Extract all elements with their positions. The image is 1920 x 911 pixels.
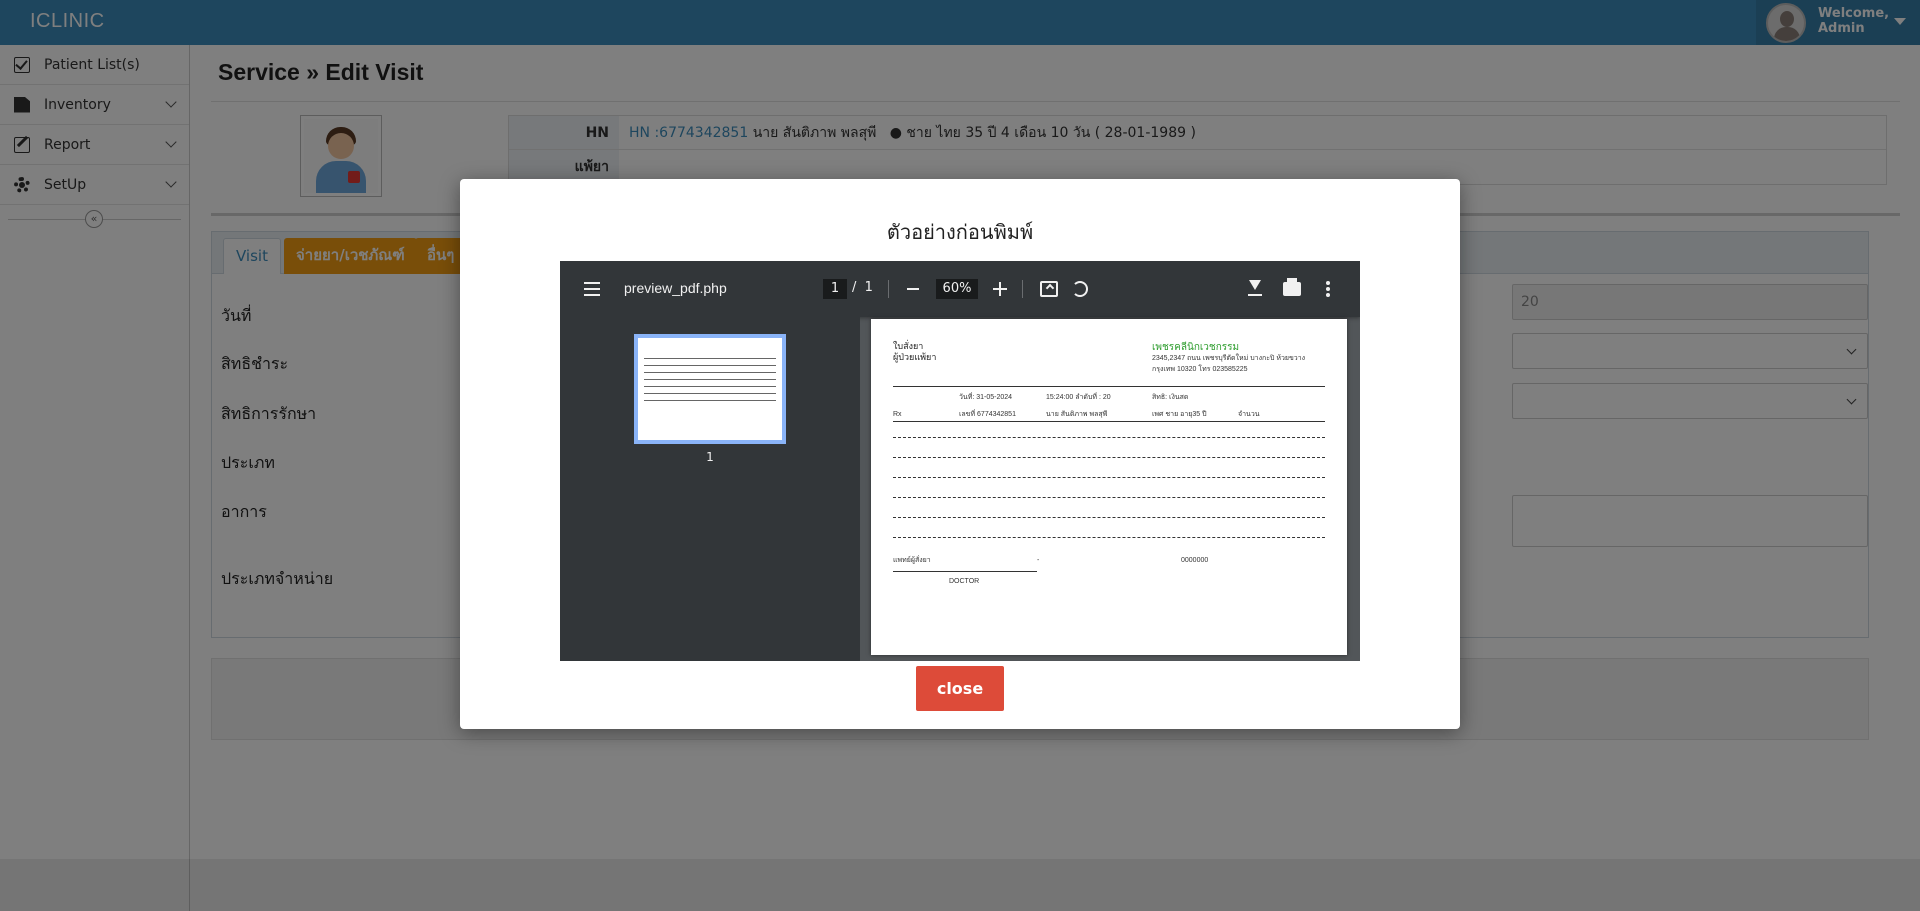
pdf-viewer: preview_pdf.php 1 / 1 60% 1 ใบสั่งยา ผู้… [560, 261, 1360, 661]
page-thumbnail[interactable] [634, 334, 786, 444]
download-icon[interactable] [1248, 280, 1262, 298]
zoom-out-icon[interactable] [907, 288, 919, 290]
doc-date: วันที่: 31-05-2024 [959, 394, 1013, 401]
fit-page-icon[interactable] [1040, 281, 1058, 297]
page-count: / 1 [852, 280, 873, 295]
clinic-address-2: กรุงเทพ 10320 โทร 023585225 [1152, 366, 1248, 373]
close-button[interactable]: close [916, 666, 1004, 711]
pdf-page: ใบสั่งยา ผู้ป่วยแพ้ยา เพชรคลีนิกเวชกรรม … [871, 319, 1347, 655]
pdf-filename: preview_pdf.php [624, 280, 727, 296]
print-preview-modal: ตัวอย่างก่อนพิมพ์ preview_pdf.php 1 / 1 … [460, 179, 1460, 729]
doc-rx: Rx [893, 411, 902, 418]
modal-title: ตัวอย่างก่อนพิมพ์ [886, 220, 1034, 244]
pdf-toolbar: preview_pdf.php 1 / 1 60% [560, 261, 1360, 317]
pdf-thumbnail-sidebar: 1 [560, 317, 860, 661]
doc-doctor-label: แพทย์ผู้สั่งยา [893, 557, 931, 564]
doc-license: 0000000 [1181, 557, 1209, 564]
page-number-input[interactable]: 1 [823, 279, 847, 299]
doc-doctor-name: DOCTOR [949, 578, 980, 585]
doc-qty: จำนวน [1238, 411, 1260, 418]
clinic-address-1: 2345,2347 ถนน เพชรบุรีตัดใหม่ บางกะปิ ห้… [1152, 355, 1306, 362]
doc-sex-age: เพศ ชาย อายุ35 ปี [1152, 411, 1207, 418]
doc-time-queue: 15:24:00 ลำดับที่ : 20 [1046, 394, 1111, 401]
doc-patient: นาย สันติภาพ พลสุพี [1046, 411, 1108, 418]
thumbnail-number: 1 [706, 450, 714, 464]
zoom-input[interactable]: 60% [936, 279, 978, 299]
doc-number: เลขที่ 6774342851 [959, 411, 1016, 418]
page-footer [0, 859, 1920, 911]
clinic-name: เพชรคลีนิกเวชกรรม [1152, 342, 1240, 353]
rotate-icon[interactable] [1072, 281, 1088, 297]
zoom-in-icon[interactable] [993, 282, 1007, 296]
more-options-icon[interactable] [1326, 279, 1330, 299]
doc-rights: สิทธิ: เงินสด [1152, 394, 1189, 401]
print-icon[interactable] [1283, 278, 1301, 296]
doc-dot: - [1037, 557, 1040, 564]
menu-icon[interactable] [584, 282, 600, 296]
doc-title: ใบสั่งยา ผู้ป่วยแพ้ยา [893, 341, 937, 362]
